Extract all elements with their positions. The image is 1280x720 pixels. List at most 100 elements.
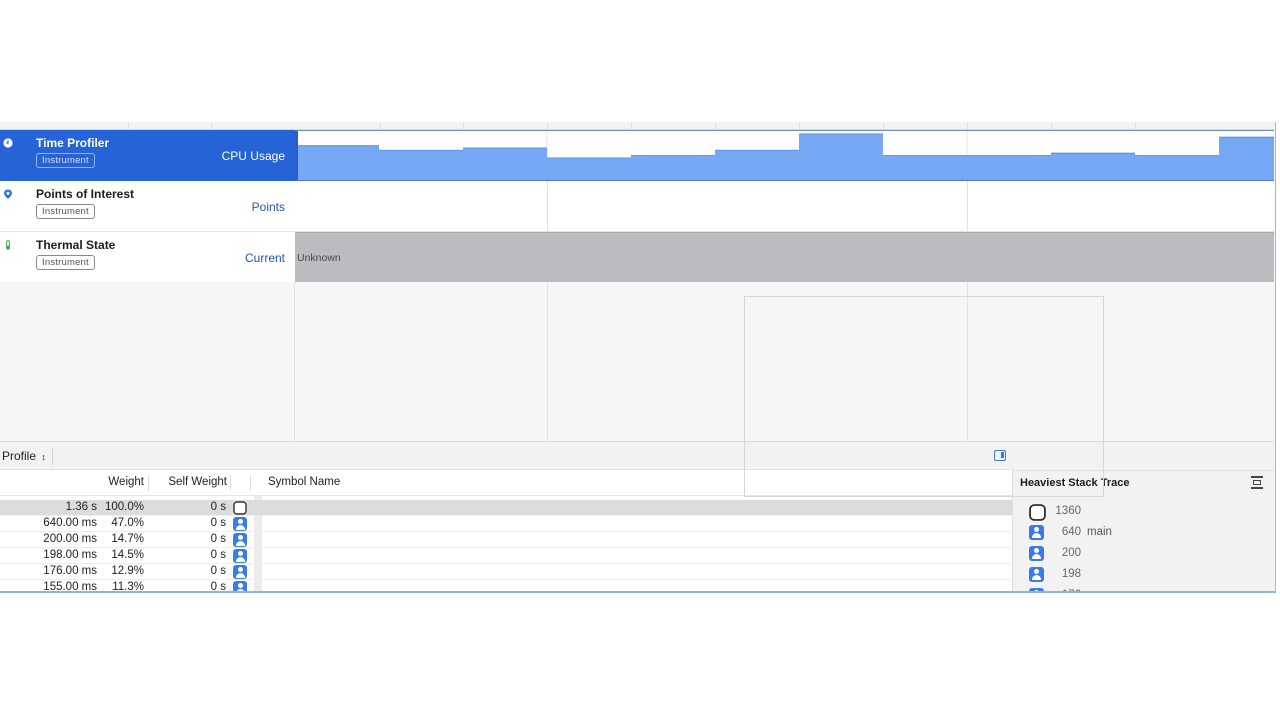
detail-toolbar: Profile ↕ <box>0 441 1013 470</box>
track-title: Thermal State <box>36 238 116 252</box>
weight-percent-cell: 14.7% <box>111 533 144 545</box>
points-of-interest-graph[interactable] <box>295 181 1274 232</box>
grid-line <box>547 181 548 231</box>
column-header-symbol-name[interactable]: Symbol Name <box>268 476 340 488</box>
panel-top-bar <box>1013 442 1274 471</box>
process-icon <box>233 501 247 515</box>
clock-icon <box>3 138 13 148</box>
cpu-usage-bar <box>463 147 547 180</box>
table-row[interactable]: 198.00 ms 14.5% 0 s <box>0 548 1013 564</box>
user-code-icon <box>233 581 247 591</box>
self-weight-cell: 0 s <box>210 533 226 545</box>
timeline-ruler[interactable] <box>0 122 1275 130</box>
ruler-tick <box>1135 122 1136 130</box>
weight-cell: 1.36 s <box>65 501 97 513</box>
collapse-icon[interactable] <box>1251 476 1263 489</box>
self-weight-cell: 0 s <box>210 565 226 577</box>
weight-percent-cell: 14.5% <box>111 549 144 561</box>
track-label-points-of-interest[interactable]: Points of Interest Instrument Points <box>0 181 295 232</box>
stack-sample-count: 200 <box>1061 547 1081 559</box>
view-selector-label: Profile <box>2 449 37 463</box>
cpu-usage-bar <box>547 157 631 180</box>
track-metric-selector[interactable]: CPU Usage <box>222 149 285 163</box>
instrument-badge: Instrument <box>36 204 95 219</box>
column-separator[interactable] <box>230 475 231 491</box>
track-points-of-interest[interactable]: Points of Interest Instrument Points <box>0 181 1274 232</box>
location-pin-icon <box>4 189 12 199</box>
track-time-profiler[interactable]: Time Profiler Instrument CPU Usage <box>0 130 1274 181</box>
stack-sample-count: 1360 <box>1055 505 1081 517</box>
self-weight-cell: 0 s <box>210 581 226 593</box>
track-metric-selector[interactable]: Points <box>252 200 285 214</box>
cpu-usage-bar <box>967 155 1051 180</box>
weight-cell: 155.00 ms <box>43 581 97 593</box>
selection-start-marker[interactable] <box>295 131 298 180</box>
user-code-icon <box>233 533 247 547</box>
grid-line <box>547 282 548 441</box>
table-row[interactable]: 176.00 ms 12.9% 0 s <box>0 564 1013 580</box>
instruments-window: Time Profiler Instrument CPU Usage Point… <box>0 122 1276 593</box>
cpu-usage-bar <box>715 149 799 180</box>
ruler-tick <box>211 122 212 130</box>
view-selector[interactable]: Profile ↕ <box>2 449 53 465</box>
weight-percent-cell: 100.0% <box>104 501 144 513</box>
cpu-usage-bar <box>631 155 715 180</box>
track-label-time-profiler[interactable]: Time Profiler Instrument CPU Usage <box>0 130 295 181</box>
table-row[interactable]: 200.00 ms 14.7% 0 s <box>0 532 1013 548</box>
empty-track-area[interactable] <box>0 282 1274 441</box>
grid-line <box>967 282 968 441</box>
weight-percent-cell: 12.9% <box>111 565 144 577</box>
column-separator[interactable] <box>148 475 149 491</box>
thermal-state-value: Unknown <box>297 252 341 264</box>
stack-sample-count: 176 <box>1041 589 1081 591</box>
table-row[interactable]: 1.36 s 100.0% 0 s <box>0 500 1013 516</box>
track-metric-selector[interactable]: Current <box>245 251 285 265</box>
thermal-state-graph[interactable]: Unknown <box>295 232 1274 283</box>
ruler-tick <box>463 122 464 130</box>
cpu-usage-bar <box>883 155 967 180</box>
cpu-usage-bar <box>295 145 379 180</box>
user-code-icon <box>233 549 247 563</box>
up-down-chevron-icon: ↕ <box>41 452 46 462</box>
stack-sample-count: 198 <box>1061 568 1081 580</box>
cpu-usage-bar <box>1051 152 1135 180</box>
grid-line <box>967 181 968 231</box>
track-label-thermal-state[interactable]: Thermal State Instrument Current <box>0 232 295 283</box>
ruler-tick <box>547 122 548 130</box>
ruler-tick <box>715 122 716 130</box>
weight-percent-cell: 11.3% <box>112 581 144 593</box>
ruler-tick <box>1051 122 1052 130</box>
ruler-tick <box>128 122 129 130</box>
weight-percent-cell: 47.0% <box>111 517 144 529</box>
thermometer-icon <box>6 240 10 250</box>
ruler-tick <box>799 122 800 130</box>
call-tree-table[interactable]: Weight Self Weight Symbol Name 1.36 s 100… <box>0 470 1013 593</box>
weight-cell: 176.00 ms <box>43 565 97 577</box>
cpu-usage-bar <box>1219 136 1274 180</box>
column-header-self-weight[interactable]: Self Weight <box>168 476 227 488</box>
self-weight-cell: 0 s <box>210 517 226 529</box>
instrument-badge: Instrument <box>36 255 95 270</box>
sidebar-right-icon[interactable] <box>994 450 1006 461</box>
cpu-usage-bar <box>799 133 883 180</box>
empty-track-label-column <box>0 282 295 441</box>
column-separator[interactable] <box>250 475 251 491</box>
table-row[interactable]: 640.00 ms 47.0% 0 s <box>0 516 1013 532</box>
table-row[interactable]: 155.00 ms 11.3% 0 s <box>0 580 1013 593</box>
heaviest-stack-trace-panel: Heaviest Stack Trace 1360 640 main 200 198 17… <box>1013 441 1274 591</box>
ruler-tick <box>380 122 381 130</box>
ruler-tick <box>883 122 884 130</box>
user-code-icon <box>233 565 247 579</box>
cpu-usage-bar <box>1135 155 1219 180</box>
track-thermal-state[interactable]: Thermal State Instrument Current Unknown <box>0 232 1274 283</box>
track-title: Points of Interest <box>36 187 135 201</box>
ruler-tick <box>631 122 632 130</box>
column-header-weight[interactable]: Weight <box>108 476 144 488</box>
track-title: Time Profiler <box>36 136 110 150</box>
weight-cell: 640.00 ms <box>43 517 97 529</box>
self-weight-cell: 0 s <box>210 549 226 561</box>
cpu-usage-graph[interactable] <box>295 130 1274 181</box>
cpu-usage-bar <box>379 149 463 180</box>
stack-sample-count: 640 <box>1061 526 1081 538</box>
weight-cell: 198.00 ms <box>43 549 97 561</box>
